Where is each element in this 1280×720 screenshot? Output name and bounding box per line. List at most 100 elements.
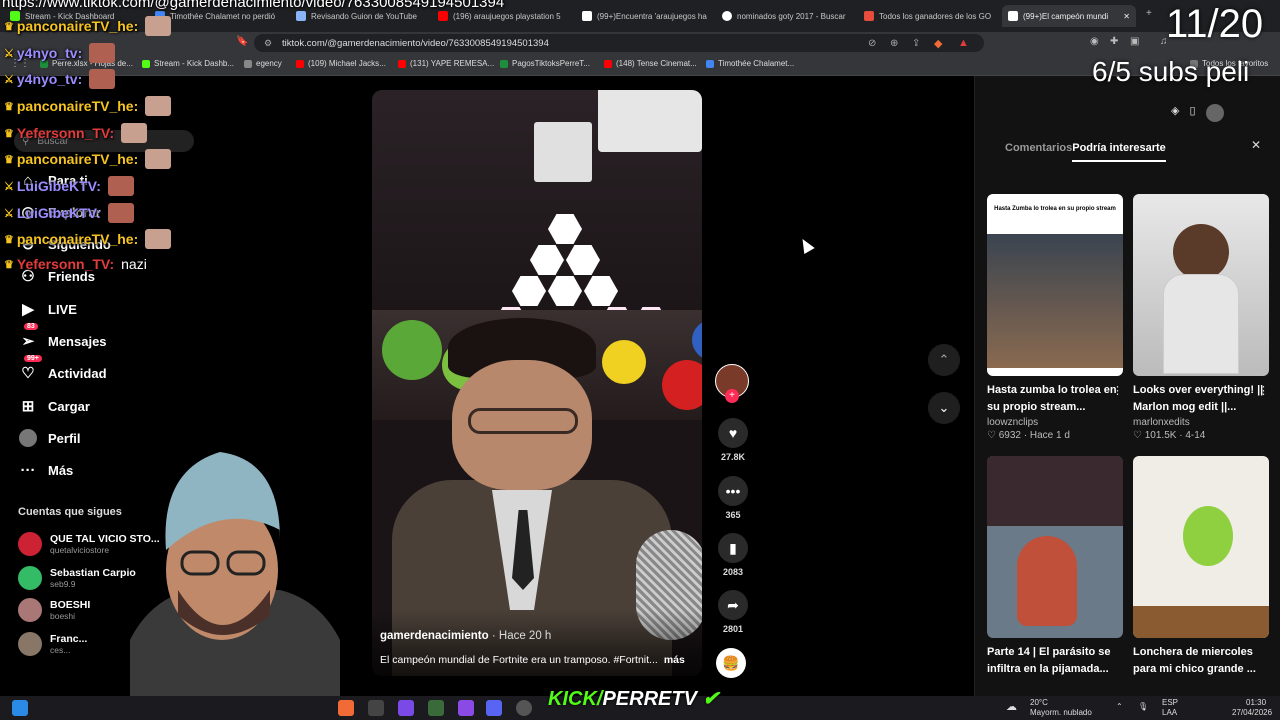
bookmark-icon: ▮	[718, 533, 748, 563]
bookmarks-bar: ⋮⋮ Perre.xlsx - Hojas de... Stream - Kic…	[0, 54, 1280, 76]
next-video-button[interactable]: ⌄	[928, 392, 960, 424]
bookmark-chalamet[interactable]: Timothée Chalamet...	[706, 59, 794, 68]
person-glasses	[468, 408, 578, 434]
nav-profile[interactable]: Perfil	[18, 428, 81, 448]
game-icon[interactable]	[428, 700, 444, 716]
news-favicon-icon	[864, 11, 874, 21]
brave-icon[interactable]	[338, 700, 354, 716]
following-account-item[interactable]: Franc... ces...	[18, 632, 87, 656]
discord-icon[interactable]	[486, 700, 502, 716]
chat-message: ⚔ y4nyo_tv:	[4, 43, 116, 63]
editor-icon[interactable]	[458, 700, 474, 716]
new-tab-icon[interactable]: +	[1146, 8, 1152, 19]
panel-tabs: Comentarios Podría interesarte	[1005, 142, 1166, 162]
crown-icon: ♛	[4, 258, 14, 271]
video-thumbnail[interactable]	[1133, 456, 1269, 638]
thumbnail-image	[1183, 506, 1233, 566]
following-account-item[interactable]: Sebastian Carpio seb9.9	[18, 566, 136, 590]
bookmark-kick-dashboard[interactable]: Stream - Kick Dashb...	[142, 59, 234, 68]
following-accounts-title: Cuentas que sigues	[18, 506, 122, 518]
comment-button[interactable]: ••• 365	[714, 476, 752, 520]
share-icon[interactable]: ⇪	[912, 38, 920, 49]
avatar	[18, 598, 42, 622]
sword-icon: ⚔	[4, 180, 14, 193]
sword-icon: ⚔	[4, 73, 14, 86]
suggested-video-card[interactable]: Hasta Zumba lo trolea en su propio strea…	[987, 194, 1123, 441]
kebab-menu-icon[interactable]: ⋮	[1112, 384, 1123, 397]
no-tracking-icon[interactable]: ⊘	[868, 38, 876, 49]
brave-shield-icon[interactable]: ◆	[934, 37, 942, 50]
previous-video-button[interactable]: ⌃	[928, 344, 960, 376]
capcut-icon[interactable]	[368, 700, 384, 716]
emote-icon	[121, 123, 148, 143]
more-link[interactable]: más	[664, 654, 685, 666]
heart-icon: ♥	[718, 418, 748, 448]
share-button[interactable]: ➦ 2801	[714, 590, 752, 634]
chat-message: ♛ panconaireTV_he:	[4, 16, 172, 36]
lang-indicator[interactable]: ESP	[1162, 698, 1178, 707]
close-tab-icon[interactable]: ✕	[1123, 12, 1130, 21]
extension-icon[interactable]: ◉	[1090, 36, 1099, 47]
nav-activity[interactable]: ♡ 99+ Actividad	[18, 355, 107, 383]
video-thumbnail[interactable]: Hasta Zumba lo trolea en su propio strea…	[987, 194, 1123, 376]
suggested-video-card[interactable]: Parte 14 | El parásito se infiltra en la…	[987, 456, 1123, 678]
air-conditioner	[598, 90, 702, 152]
tiktok-favicon-icon	[582, 11, 592, 21]
brave-rewards-icon[interactable]: ▲	[958, 37, 969, 49]
video-thumbnail[interactable]	[987, 456, 1123, 638]
emote-icon	[145, 16, 172, 36]
obs-icon[interactable]	[516, 700, 532, 716]
twitch-icon[interactable]	[398, 700, 414, 716]
clock-time[interactable]: 01:30	[1246, 698, 1266, 707]
bookmark-tense-cinematic[interactable]: (148) Tense Cinemat...	[604, 59, 697, 68]
chevron-up-icon: ⌃	[938, 352, 950, 367]
tab-google-goty[interactable]: nominados goty 2017 - Buscar	[722, 5, 852, 27]
microphone-icon[interactable]: 🎙	[1138, 702, 1148, 711]
windows-start-icon[interactable]	[12, 700, 28, 716]
chevron-up-icon[interactable]: ⌃	[1116, 702, 1123, 711]
puzzle-icon[interactable]: ✚	[1110, 36, 1118, 47]
emote-icon	[107, 203, 134, 223]
following-account-item[interactable]: BOESHI boeshi	[18, 598, 90, 622]
site-info-icon[interactable]: ⚙	[264, 38, 272, 49]
crown-icon: ♛	[4, 127, 14, 140]
nav-more[interactable]: ··· Más	[18, 460, 74, 480]
video-shade	[372, 610, 702, 676]
compass-icon[interactable]: ◈	[1171, 104, 1179, 122]
sidebar-icon[interactable]: ▣	[1130, 36, 1139, 47]
music-disc-icon[interactable]: 🍔	[716, 648, 746, 678]
suggested-video-card[interactable]: Lonchera de miercoles para mi chico gran…	[1133, 456, 1269, 678]
chat-message: ♛ Yefersonn_TV:	[4, 123, 148, 143]
tab-suggested[interactable]: Podría interesarte	[1072, 142, 1166, 162]
video-thumbnail[interactable]	[1133, 194, 1269, 376]
video-time: · Hace 20 h	[491, 630, 552, 642]
user-avatar-icon[interactable]	[1205, 104, 1224, 122]
zoom-icon[interactable]: ⊕	[890, 38, 898, 49]
like-button[interactable]: ♥ 27.8K	[714, 418, 752, 462]
tab-tiktok-active[interactable]: (99+)El campeón mundi ✕	[1002, 5, 1136, 27]
bookmark-yape[interactable]: (131) YAPE REMESA...	[398, 59, 494, 68]
kebab-menu-icon[interactable]: ⋮	[1258, 384, 1269, 397]
tab-tiktok-search[interactable]: (99+)Encuentra 'araujuegos ha	[582, 5, 712, 27]
suggested-video-card[interactable]: Looks over everything! || Marlon mog edi…	[1133, 194, 1269, 441]
nav-live[interactable]: ▶ LIVE	[18, 299, 77, 319]
bookmark-michael-jackson[interactable]: (109) Michael Jacks...	[296, 59, 386, 68]
phone-icon[interactable]: ▯	[1189, 104, 1195, 122]
video-player[interactable]: gamerdenacimiento · Hace 20 h El campeón…	[372, 90, 702, 676]
save-button[interactable]: ▮ 2083	[714, 533, 752, 577]
tab-ganadores[interactable]: Todos los ganadores de los GO	[864, 5, 994, 27]
bookmark-egency[interactable]: egency	[244, 59, 282, 68]
chat-message: ⚔ LuiGibeKTV:	[4, 176, 134, 196]
crown-icon: ♛	[4, 100, 14, 113]
nav-messages[interactable]: ➢ 83 Mensajes	[18, 323, 107, 351]
video-author[interactable]: gamerdenacimiento · Hace 20 h	[380, 630, 551, 642]
tab-comments[interactable]: Comentarios	[1005, 142, 1072, 162]
follow-plus-icon[interactable]: +	[725, 389, 739, 403]
address-bar[interactable]: ⚙ tiktok.com/@gamerdenacimiento/video/76…	[254, 34, 984, 52]
bookmark-icon[interactable]: 🔖	[236, 36, 248, 47]
bookmark-pagos[interactable]: PagosTiktoksPerreT...	[500, 59, 590, 68]
chat-message: ♛ panconaireTV_he:	[4, 229, 172, 249]
nav-upload[interactable]: ⊞ Cargar	[18, 396, 90, 416]
close-icon[interactable]: ✕	[1251, 138, 1261, 152]
emote-icon	[89, 69, 116, 89]
